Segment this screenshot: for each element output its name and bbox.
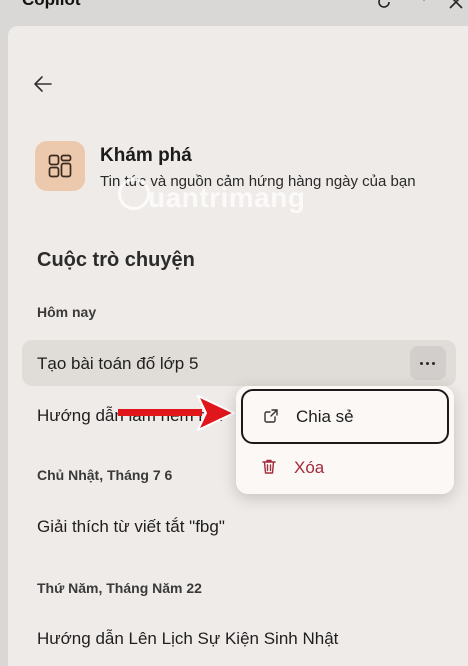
watermark-logo [118,178,150,210]
close-icon[interactable] [448,0,464,10]
watermark-text: uantrimang [148,182,305,214]
app-title: Copilot [22,0,81,10]
red-arrow-annotation [118,392,238,438]
group-label-sunday: Chủ Nhật, Tháng 7 6 [37,467,172,483]
conversations-title: Cuộc trò chuyện [37,249,195,272]
conversation-title: Hướng dẫn Lên Lịch Sự Kiện Sinh Nhật [37,629,338,649]
conversation-item[interactable]: Hướng dẫn Lên Lịch Sự Kiện Sinh Nhật [22,615,456,661]
refresh-icon[interactable] [376,0,392,10]
share-icon [263,408,279,424]
conversation-title: Tạo bài toán đố lớp 5 [37,354,198,374]
more-options-button[interactable] [410,346,446,380]
share-menu-item[interactable]: Chia sẻ [241,389,449,444]
discover-title[interactable]: Khám phá [100,145,192,167]
conversation-title: Giải thích từ viết tắt "fbg" [37,517,225,537]
delete-label: Xóa [294,458,324,478]
delete-menu-item[interactable]: Xóa [243,446,447,486]
group-label-thursday: Thứ Năm, Tháng Năm 22 [37,580,202,596]
group-label-today: Hôm nay [37,304,96,320]
title-bar: Copilot [0,0,468,14]
context-menu: Chia sẻ Xóa [236,386,454,494]
conversation-item[interactable]: Tạo bài toán đố lớp 5 [22,340,456,386]
back-arrow-icon[interactable] [32,73,54,95]
conversation-item[interactable]: Giải thích từ viết tắt "fbg" [22,503,456,549]
discover-icon[interactable] [35,141,85,191]
trash-icon [261,458,277,475]
more-icon[interactable] [422,0,426,4]
share-label: Chia sẻ [296,407,354,427]
